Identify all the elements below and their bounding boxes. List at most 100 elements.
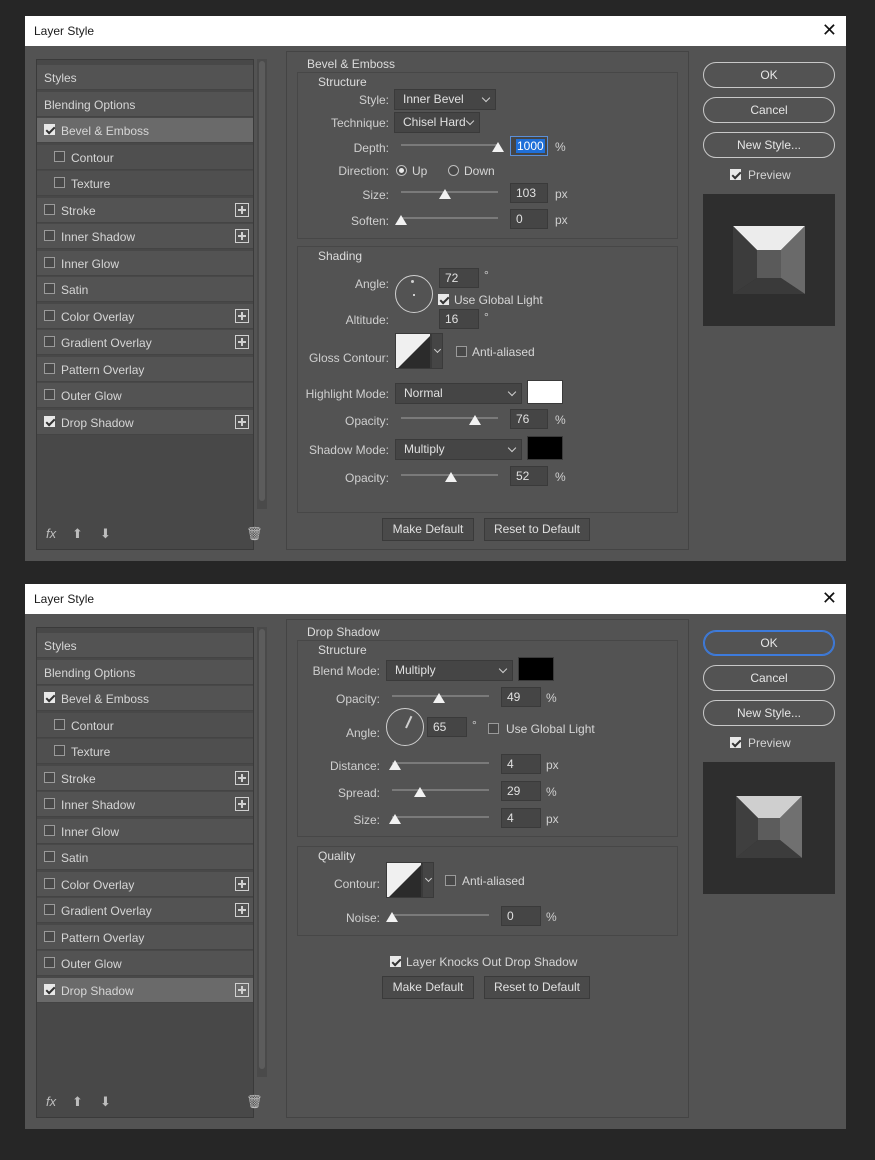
trash-icon[interactable]: 🗑 — [246, 1094, 263, 1110]
depth-slider-thumb[interactable] — [492, 142, 504, 152]
style-item[interactable]: Styles — [37, 65, 253, 90]
fx-icon[interactable]: fx — [46, 526, 56, 541]
style-checkbox[interactable] — [44, 203, 55, 215]
style-item[interactable]: Drop Shadow — [37, 977, 253, 1003]
soften-slider-thumb[interactable] — [395, 215, 407, 225]
angle-input[interactable]: 65 — [427, 717, 467, 737]
close-icon[interactable]: ✕ — [822, 20, 837, 40]
opacity-input[interactable]: 49 — [501, 687, 541, 707]
move-up-icon[interactable]: ⬆ — [72, 1094, 83, 1110]
style-item[interactable]: Texture — [37, 739, 253, 764]
style-checkbox[interactable] — [44, 336, 55, 347]
reset-default-button[interactable]: Reset to Default — [484, 976, 590, 999]
distance-slider-thumb[interactable] — [389, 760, 401, 770]
style-item[interactable]: Inner Shadow — [37, 224, 253, 249]
style-checkbox[interactable] — [44, 309, 55, 321]
close-icon[interactable]: ✕ — [822, 588, 837, 608]
new-style-button[interactable]: New Style... — [703, 700, 835, 726]
style-item[interactable]: Bevel & Emboss — [37, 118, 253, 143]
spread-input[interactable]: 29 — [501, 781, 541, 801]
style-checkbox[interactable] — [44, 798, 55, 809]
make-default-button[interactable]: Make Default — [382, 976, 474, 999]
reset-default-button[interactable]: Reset to Default — [484, 518, 590, 541]
preview-checkbox[interactable] — [730, 169, 741, 180]
shadow-mode-dropdown[interactable]: Multiply — [395, 439, 522, 460]
add-effect-icon[interactable] — [235, 797, 249, 811]
highlight-mode-dropdown[interactable]: Normal — [395, 383, 522, 404]
style-item[interactable]: Gradient Overlay — [37, 330, 253, 355]
style-item[interactable]: Blending Options — [37, 659, 253, 685]
cancel-button[interactable]: Cancel — [703, 665, 835, 691]
style-item[interactable]: Gradient Overlay — [37, 898, 253, 923]
style-item[interactable]: Texture — [37, 171, 253, 196]
style-item[interactable]: Contour — [37, 144, 253, 170]
size-slider-thumb[interactable] — [439, 189, 451, 199]
contour-dropdown[interactable] — [422, 862, 434, 898]
style-checkbox[interactable] — [54, 177, 65, 188]
style-item[interactable]: Outer Glow — [37, 383, 253, 408]
style-item[interactable]: Satin — [37, 845, 253, 870]
style-checkbox[interactable] — [44, 771, 55, 783]
size-slider-thumb[interactable] — [389, 814, 401, 824]
direction-down-radio[interactable] — [448, 165, 459, 176]
angle-dial[interactable] — [386, 708, 424, 746]
styles-scrollbar[interactable] — [257, 627, 267, 1077]
preview-checkbox[interactable] — [730, 737, 741, 748]
ok-button[interactable]: OK — [703, 62, 835, 88]
cancel-button[interactable]: Cancel — [703, 97, 835, 123]
highlight-opacity-track[interactable] — [401, 417, 498, 419]
spread-slider-thumb[interactable] — [414, 787, 426, 797]
trash-icon[interactable]: 🗑 — [246, 526, 263, 542]
scrollbar-thumb[interactable] — [259, 61, 265, 501]
style-checkbox[interactable] — [44, 415, 55, 427]
depth-slider-track[interactable] — [401, 144, 498, 146]
style-item[interactable]: Blending Options — [37, 91, 253, 117]
style-checkbox[interactable] — [44, 283, 55, 294]
move-down-icon[interactable]: ⬇ — [100, 1094, 111, 1110]
technique-dropdown[interactable]: Chisel Hard — [394, 112, 480, 133]
style-item[interactable]: Inner Glow — [37, 250, 253, 276]
move-up-icon[interactable]: ⬆ — [72, 526, 83, 542]
style-checkbox[interactable] — [54, 718, 65, 730]
style-item[interactable]: Color Overlay — [37, 303, 253, 329]
style-item[interactable]: Color Overlay — [37, 871, 253, 897]
style-checkbox[interactable] — [54, 150, 65, 162]
highlight-opacity-input[interactable]: 76 — [510, 409, 548, 429]
highlight-color-swatch[interactable] — [527, 380, 563, 404]
style-checkbox[interactable] — [44, 824, 55, 836]
add-effect-icon[interactable] — [235, 982, 249, 997]
highlight-opacity-thumb[interactable] — [469, 415, 481, 425]
add-effect-icon[interactable] — [235, 876, 249, 891]
style-item[interactable]: Satin — [37, 277, 253, 302]
style-item[interactable]: Outer Glow — [37, 951, 253, 976]
new-style-button[interactable]: New Style... — [703, 132, 835, 158]
shadow-opacity-input[interactable]: 52 — [510, 466, 548, 486]
fx-icon[interactable]: fx — [46, 1094, 56, 1109]
style-checkbox[interactable] — [44, 124, 55, 135]
size-slider-track[interactable] — [392, 816, 489, 818]
add-effect-icon[interactable] — [235, 229, 249, 243]
anti-aliased-checkbox[interactable] — [456, 346, 467, 357]
style-checkbox[interactable] — [54, 745, 65, 756]
move-down-icon[interactable]: ⬇ — [100, 526, 111, 542]
add-effect-icon[interactable] — [235, 903, 249, 917]
styles-scrollbar[interactable] — [257, 59, 267, 509]
knockout-checkbox[interactable] — [390, 956, 401, 967]
style-checkbox[interactable] — [44, 957, 55, 968]
anti-aliased-checkbox[interactable] — [445, 875, 456, 886]
soften-input[interactable]: 0 — [510, 209, 548, 229]
altitude-input[interactable]: 16 — [439, 309, 479, 329]
style-checkbox[interactable] — [44, 851, 55, 862]
style-checkbox[interactable] — [44, 692, 55, 703]
global-light-checkbox[interactable] — [488, 723, 499, 734]
style-item[interactable]: Inner Glow — [37, 818, 253, 844]
style-checkbox[interactable] — [44, 256, 55, 268]
style-item[interactable]: Styles — [37, 633, 253, 658]
blend-mode-dropdown[interactable]: Multiply — [386, 660, 513, 681]
add-effect-icon[interactable] — [235, 308, 249, 323]
noise-slider-track[interactable] — [392, 914, 489, 916]
style-item[interactable]: Bevel & Emboss — [37, 686, 253, 711]
shadow-opacity-thumb[interactable] — [445, 472, 457, 482]
size-input[interactable]: 4 — [501, 808, 541, 828]
opacity-slider-thumb[interactable] — [433, 693, 445, 703]
